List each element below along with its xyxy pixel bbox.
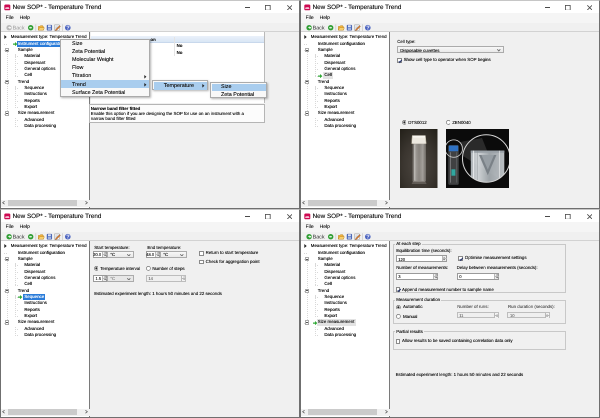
svg-text:Back: Back [313, 25, 325, 31]
svg-text:Back: Back [13, 25, 25, 31]
svg-text:Back: Back [13, 234, 25, 240]
svg-text:Back: Back [313, 234, 325, 240]
